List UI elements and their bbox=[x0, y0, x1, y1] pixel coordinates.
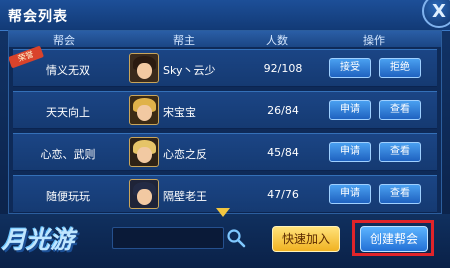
header-actions: 操作 bbox=[363, 34, 385, 47]
header-leader: 帮主 bbox=[173, 34, 195, 47]
header-guild: 帮会 bbox=[53, 34, 75, 47]
accept-button[interactable]: 接受 bbox=[329, 58, 371, 78]
apply-button[interactable]: 申请 bbox=[329, 184, 371, 204]
member-count: 47/76 bbox=[267, 188, 299, 201]
window-title: 帮会列表 bbox=[8, 9, 68, 25]
avatar bbox=[129, 137, 159, 167]
table-row[interactable]: 荣誉 情义无双 Sky丶云少 92/108 接受 拒绝 bbox=[9, 45, 437, 87]
avatar bbox=[129, 53, 159, 83]
apply-button[interactable]: 申请 bbox=[329, 142, 371, 162]
guild-name: 情义无双 bbox=[46, 64, 90, 77]
search-input[interactable] bbox=[112, 227, 224, 249]
title-bar: 帮会列表 bbox=[0, 0, 450, 31]
avatar bbox=[129, 95, 159, 125]
guild-name: 心恋、武则 bbox=[40, 148, 96, 161]
avatar bbox=[129, 179, 159, 209]
member-count: 26/84 bbox=[267, 104, 299, 117]
close-icon: X bbox=[432, 0, 446, 22]
table-header: 帮会 帮主 人数 操作 bbox=[9, 31, 441, 47]
guild-table: 帮会 帮主 人数 操作 荣誉 情义无双 Sky丶云少 92/108 接受 拒绝 … bbox=[8, 30, 442, 214]
table-row[interactable]: 心恋、武则 心恋之反 45/84 申请 查看 bbox=[13, 133, 437, 171]
search-icon[interactable] bbox=[226, 228, 246, 248]
header-count: 人数 bbox=[266, 34, 288, 47]
quick-join-button[interactable]: 快速加入 bbox=[272, 226, 340, 252]
guild-name: 天天向上 bbox=[46, 106, 90, 119]
view-button[interactable]: 查看 bbox=[379, 100, 421, 120]
table-row[interactable]: 天天向上 宋宝宝 26/84 申请 查看 bbox=[13, 91, 437, 129]
logo-text: 月光游 bbox=[2, 226, 74, 254]
guild-name: 随便玩玩 bbox=[46, 190, 90, 203]
create-guild-button[interactable]: 创建帮会 bbox=[360, 226, 428, 252]
apply-button[interactable]: 申请 bbox=[329, 100, 371, 120]
reject-button[interactable]: 拒绝 bbox=[379, 58, 421, 78]
scroll-down-icon[interactable] bbox=[216, 208, 230, 217]
view-button[interactable]: 查看 bbox=[379, 142, 421, 162]
member-count: 45/84 bbox=[267, 146, 299, 159]
game-logo: 月光游 bbox=[2, 214, 114, 266]
view-button[interactable]: 查看 bbox=[379, 184, 421, 204]
member-count: 92/108 bbox=[263, 62, 303, 75]
